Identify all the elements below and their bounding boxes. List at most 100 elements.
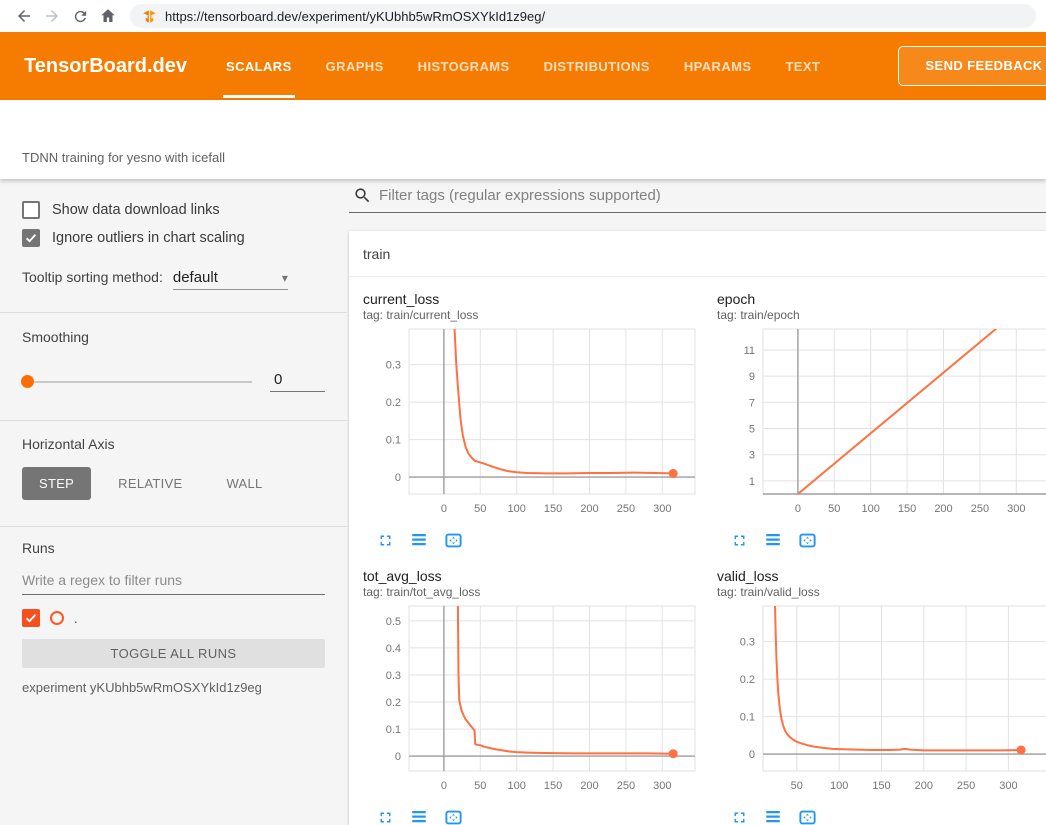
log-scale-icon[interactable] <box>763 530 783 550</box>
svg-text:200: 200 <box>580 503 598 515</box>
brand-title: TensorBoard.dev <box>24 55 209 78</box>
svg-text:100: 100 <box>508 503 526 515</box>
tab-hparams[interactable]: HPARAMS <box>667 32 769 100</box>
svg-text:100: 100 <box>830 780 848 792</box>
chart-plot-valid_loss[interactable]: 5010015020025030000.10.20.3 <box>717 603 1046 801</box>
svg-text:0.5: 0.5 <box>386 616 401 628</box>
chart-title: tot_avg_loss <box>363 568 699 584</box>
url-text: https://tensorboard.dev/experiment/yKUbh… <box>165 9 545 24</box>
chart-plot-epoch[interactable]: 0501001502002503001357911 <box>717 326 1046 524</box>
svg-text:0: 0 <box>795 503 801 515</box>
toggle-all-runs-button[interactable]: TOGGLE ALL RUNS <box>22 639 325 668</box>
chart-card-current_loss: current_losstag: train/current_loss05010… <box>363 291 699 550</box>
search-icon <box>353 186 372 205</box>
svg-text:50: 50 <box>828 503 840 515</box>
show-download-links-label: Show data download links <box>52 202 220 218</box>
log-scale-icon[interactable] <box>409 530 429 550</box>
fit-domain-icon[interactable] <box>443 807 463 825</box>
run-row[interactable]: . <box>22 609 325 627</box>
tooltip-sorting-value: default <box>173 269 218 286</box>
run-checkbox-checked-icon[interactable] <box>22 609 40 627</box>
axis-option-wall[interactable]: WALL <box>209 467 279 500</box>
tab-histograms[interactable]: HISTOGRAMS <box>401 32 527 100</box>
fit-domain-icon[interactable] <box>443 530 463 550</box>
checkbox-checked-icon[interactable] <box>22 229 40 247</box>
axis-option-relative[interactable]: RELATIVE <box>101 467 199 500</box>
tooltip-sorting-select[interactable]: default ▾ <box>173 269 288 290</box>
chart-card-tot_avg_loss: tot_avg_losstag: train/tot_avg_loss05010… <box>363 568 699 825</box>
svg-text:0.4: 0.4 <box>386 643 401 655</box>
smoothing-label: Smoothing <box>22 329 325 345</box>
fullscreen-icon[interactable] <box>729 807 749 825</box>
address-bar[interactable]: https://tensorboard.dev/experiment/yKUbh… <box>130 4 1036 28</box>
tab-scalars[interactable]: SCALARS <box>209 32 309 100</box>
tab-distributions[interactable]: DISTRIBUTIONS <box>527 32 667 100</box>
charts-grid: current_losstag: train/current_loss05010… <box>349 277 1046 825</box>
chart-tag: tag: train/valid_loss <box>717 585 1046 599</box>
horizontal-axis-buttons: STEP RELATIVE WALL <box>22 467 325 500</box>
horizontal-axis-label: Horizontal Axis <box>22 436 325 452</box>
svg-text:50: 50 <box>474 780 486 792</box>
tag-group-label: train <box>363 246 390 262</box>
svg-text:250: 250 <box>957 780 975 792</box>
chevron-down-icon: ▾ <box>282 271 288 285</box>
svg-text:1: 1 <box>749 476 755 488</box>
svg-text:11: 11 <box>744 345 755 357</box>
log-scale-icon[interactable] <box>409 807 429 825</box>
chart-plot-tot_avg_loss[interactable]: 05010015020025030000.10.20.30.40.5 <box>363 603 699 801</box>
svg-text:200: 200 <box>915 780 933 792</box>
fullscreen-icon[interactable] <box>729 530 749 550</box>
tab-graphs[interactable]: GRAPHS <box>309 32 401 100</box>
chart-plot-current_loss[interactable]: 05010015020025030000.10.20.3 <box>363 326 699 524</box>
svg-text:100: 100 <box>508 780 526 792</box>
ignore-outliers-checkbox-row[interactable]: Ignore outliers in chart scaling <box>22 229 325 247</box>
home-icon[interactable] <box>94 2 122 30</box>
send-feedback-button[interactable]: SEND FEEDBACK <box>898 46 1046 86</box>
chart-actions <box>729 807 1046 825</box>
fit-domain-icon[interactable] <box>797 530 817 550</box>
forward-icon[interactable] <box>38 2 66 30</box>
svg-text:0.2: 0.2 <box>386 397 401 409</box>
tag-group-card: train current_losstag: train/current_los… <box>349 231 1046 825</box>
fit-domain-icon[interactable] <box>797 807 817 825</box>
svg-text:50: 50 <box>474 503 486 515</box>
back-icon[interactable] <box>10 2 38 30</box>
svg-text:150: 150 <box>898 503 916 515</box>
reload-icon[interactable] <box>66 2 94 30</box>
scalars-dashboard: train current_losstag: train/current_los… <box>347 179 1046 825</box>
checkbox-unchecked-icon[interactable] <box>22 201 40 219</box>
svg-text:250: 250 <box>617 503 635 515</box>
svg-text:9: 9 <box>749 371 755 383</box>
smoothing-slider-thumb[interactable] <box>21 375 34 388</box>
tag-group-header[interactable]: train <box>349 231 1046 277</box>
log-scale-icon[interactable] <box>763 807 783 825</box>
fullscreen-icon[interactable] <box>375 530 395 550</box>
svg-text:0: 0 <box>395 751 401 763</box>
svg-text:0.2: 0.2 <box>386 697 401 709</box>
runs-filter-input[interactable] <box>22 568 325 595</box>
svg-text:250: 250 <box>971 503 989 515</box>
svg-text:0.3: 0.3 <box>386 670 401 682</box>
tensorboard-favicon <box>142 9 157 24</box>
axis-option-step[interactable]: STEP <box>22 467 91 500</box>
chart-tag: tag: train/epoch <box>717 308 1046 322</box>
chart-title: current_loss <box>363 291 699 307</box>
ignore-outliers-label: Ignore outliers in chart scaling <box>52 230 245 246</box>
svg-text:3: 3 <box>749 450 755 462</box>
tab-text[interactable]: TEXT <box>768 32 837 100</box>
run-color-swatch-icon <box>50 611 64 625</box>
smoothing-value[interactable]: 0 <box>270 371 325 392</box>
svg-text:0: 0 <box>749 749 755 761</box>
smoothing-slider[interactable] <box>22 381 252 383</box>
svg-text:0.3: 0.3 <box>386 360 401 372</box>
run-name: . <box>74 611 78 626</box>
filter-tags-input[interactable] <box>379 187 1046 204</box>
show-download-links-checkbox-row[interactable]: Show data download links <box>22 201 325 219</box>
fullscreen-icon[interactable] <box>375 807 395 825</box>
svg-text:300: 300 <box>1007 503 1025 515</box>
chart-title: valid_loss <box>717 568 1046 584</box>
svg-text:50: 50 <box>791 780 803 792</box>
experiment-id-label: experiment yKUbhb5wRmOSXYkId1z9eg <box>22 680 325 695</box>
svg-text:0.1: 0.1 <box>740 712 755 724</box>
browser-chrome: https://tensorboard.dev/experiment/yKUbh… <box>0 0 1046 32</box>
